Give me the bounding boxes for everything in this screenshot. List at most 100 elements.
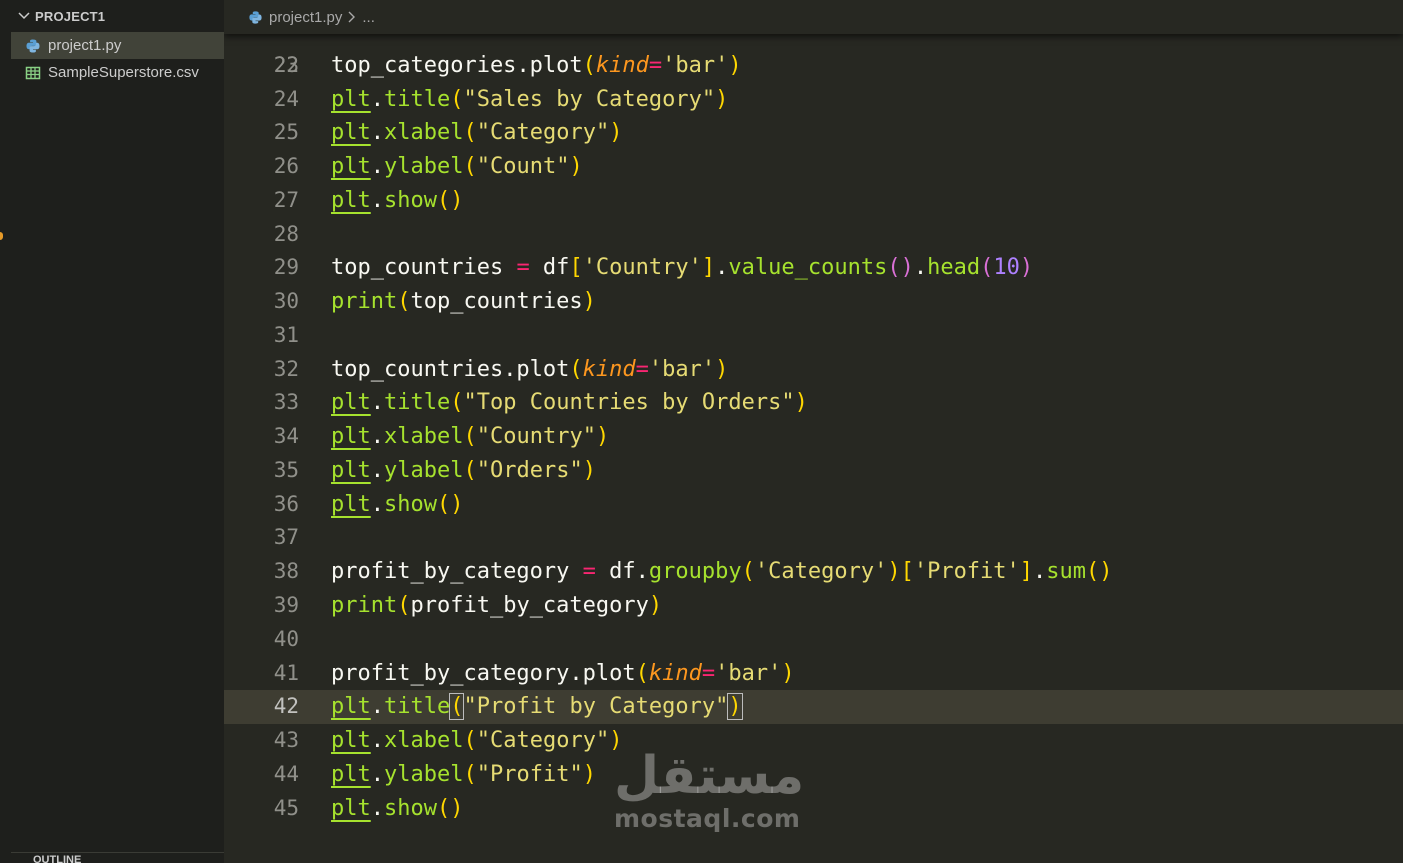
line-number: 38 [273,559,299,584]
code-token: kind [595,52,649,78]
code-token: 'bar' [662,52,729,78]
code-line[interactable]: 26 plt.ylabel("Count") [224,150,1403,184]
code-token: plt [331,120,371,146]
code-token: df. [595,559,649,585]
code-token: . [370,390,384,416]
code-token: "Profit" [476,761,583,787]
code-token: ) [715,356,729,382]
code-line[interactable]: 30 print(top_countries) [224,285,1403,319]
code-token: = [516,255,530,281]
code-line[interactable]: 32 top_countries.plot(kind='bar') [224,353,1403,387]
code-token: profit_by_category [331,660,570,686]
code-line[interactable]: 35 plt.ylabel("Orders") [224,454,1403,488]
code-text: profit_by_category.plot(kind='bar') [331,657,795,691]
code-line[interactable]: 33 plt.title("Top Countries by Orders") [224,386,1403,420]
code-token: ylabel [384,154,464,180]
code-line[interactable]: 40 [224,623,1403,657]
line-number: 43 [273,728,299,753]
line-number: 24 [273,86,299,111]
code-token: profit_by_category [410,593,649,619]
code-line[interactable]: 28 [224,218,1403,252]
code-token: ylabel [384,761,464,787]
code-line[interactable]: 39 print(profit_by_category) [224,589,1403,623]
code-line[interactable]: 41 profit_by_category.plot(kind='bar') [224,657,1403,691]
code-token: .plot [503,356,570,382]
breadcrumb-symbol[interactable]: ... [362,9,375,26]
code-token: . [370,728,384,754]
line-number: 29 [273,255,299,280]
code-line[interactable]: 31 [224,319,1403,353]
code-token: show [384,795,437,821]
file-item-label: SampleSuperstore.csv [48,64,199,81]
code-line[interactable]: 38 profit_by_category = df.groupby('Categ… [224,555,1403,589]
file-item-project1-py[interactable]: project1.py [11,32,224,59]
code-line[interactable]: 23 top_categories.plot(kind='bar') [224,49,1403,83]
chevron-down-icon [18,12,30,20]
code-lines[interactable]: 22 23 top_categories.plot(kind='bar') 24 pl… [224,15,1403,825]
line-number: 27 [273,187,299,212]
chevron-right-icon [348,11,356,23]
code-text: profit_by_category = df.groupby('Categor… [331,555,1113,589]
line-number: 30 [273,289,299,314]
code-editor[interactable]: project1.py ... 22 23 top_categories.plot… [224,0,1403,863]
code-token: ) [781,660,795,686]
code-text: plt.show() [331,792,463,826]
code-line[interactable]: 29 top_countries = df['Country'].value_co… [224,251,1403,285]
code-line[interactable]: 36 plt.show() [224,488,1403,522]
explorer-section-header[interactable]: PROJECT1 [11,0,224,32]
code-token: ) [887,559,901,585]
code-token: head [927,255,981,281]
code-token: title [384,390,451,416]
code-token: = [635,356,649,382]
code-token: plt [331,86,371,112]
code-token: ] [701,255,716,281]
code-line[interactable]: 44 plt.ylabel("Profit") [224,758,1403,792]
line-number: 32 [273,356,299,381]
watermark-arabic: مستقل [614,746,805,806]
code-token: ( [463,728,477,754]
code-token: value_counts [728,255,888,281]
code-token: plt [331,761,371,787]
line-number: 34 [273,424,299,449]
code-token: plt [331,424,371,450]
code-token: ( [635,660,649,686]
line-number: 28 [273,221,299,246]
code-line[interactable]: 34 plt.xlabel("Country") [224,420,1403,454]
code-line[interactable]: 37 [224,521,1403,555]
code-token: "Country" [476,424,596,450]
watermark-latin: mostaql.com [614,804,801,833]
code-token: [ [569,255,583,281]
code-token: plt [331,694,371,720]
code-token: show [384,491,437,517]
code-token: . [370,761,384,787]
code-token: top_countries [331,255,517,281]
code-text: plt.ylabel("Count") [331,150,583,184]
code-token: ( [741,559,755,585]
code-token: ( [569,356,583,382]
code-token: . [370,120,384,146]
code-text: print(top_countries) [331,285,596,319]
code-token: ) [648,593,663,619]
code-line[interactable]: 43 plt.xlabel("Category") [224,724,1403,758]
code-line[interactable]: 42 plt.title("Profit by Category") [224,690,1403,725]
code-line[interactable]: 24 plt.title("Sales by Category") [224,83,1403,117]
code-token: 'Country' [582,255,702,281]
line-number: 40 [273,626,299,651]
code-token: () [1086,559,1113,585]
outline-section-header[interactable]: OUTLINE [11,852,224,863]
breadcrumb-file[interactable]: project1.py [269,9,342,26]
code-line[interactable]: 25 plt.xlabel("Category") [224,116,1403,150]
code-token: 10 [993,255,1020,281]
code-text: plt.title("Sales by Category") [331,83,728,117]
code-token: ) [715,86,729,112]
activity-bar-edge [0,0,11,863]
code-text: top_categories.plot(kind='bar') [331,49,742,83]
breadcrumb: project1.py ... [248,6,375,28]
code-token: . [1033,559,1047,585]
modified-indicator [0,232,3,240]
line-number: 26 [273,154,299,179]
code-line[interactable]: 27 plt.show() [224,184,1403,218]
file-item-samplesuperstore-csv[interactable]: SampleSuperstore.csv [11,59,224,86]
code-token: () [436,187,464,213]
code-line[interactable]: 45 plt.show() [224,792,1403,826]
